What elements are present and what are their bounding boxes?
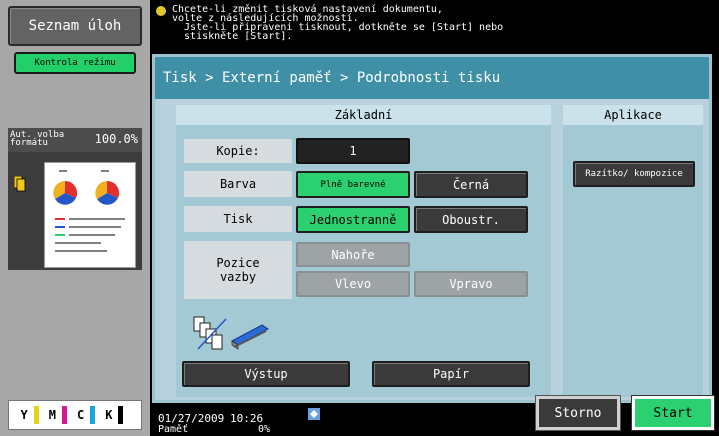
applications-panel: Aplikace Razítko/ kompozice [563, 105, 703, 397]
output-finishing-icon [193, 316, 269, 350]
simplex-button[interactable]: Jednostranně [296, 206, 410, 233]
info-icon [156, 6, 166, 16]
message-area: Chcete-li změnit tisková nastavení dokum… [150, 0, 719, 46]
output-button[interactable]: Výstup [182, 361, 350, 387]
print-label: Tisk [184, 206, 292, 232]
copies-label: Kopie: [184, 139, 292, 163]
document-stack-icon [14, 176, 26, 192]
binding-right-button[interactable]: Vpravo [414, 271, 528, 297]
auto-format-label: Aut. volba formátu [10, 130, 65, 148]
black-color-button[interactable]: Černá [414, 171, 528, 198]
toner-k-label: K [105, 408, 113, 422]
binding-left-button[interactable]: Vlevo [296, 271, 410, 297]
toner-m-bar [62, 406, 67, 424]
auto-format-indicator: Aut. volba formátu 100.0% [8, 128, 142, 152]
copies-field[interactable]: 1 [296, 138, 410, 164]
breadcrumb: Tisk > Externí paměť > Podrobnosti tisku [155, 57, 709, 99]
print-settings-panel: Tisk > Externí paměť > Podrobnosti tisku… [152, 54, 712, 403]
toner-c-bar [90, 406, 96, 424]
binding-top-button[interactable]: Nahoře [296, 242, 410, 267]
check-mode-button[interactable]: Kontrola režimu [14, 52, 136, 74]
stamp-composition-button[interactable]: Razítko/ kompozice [573, 161, 695, 187]
toner-k-bar [118, 406, 124, 424]
status-bar: 01/27/2009 10:26 Paměť 0% Storno Start [150, 395, 719, 436]
message-line: stiskněte [Start]. [172, 31, 293, 42]
toner-y-label: Y [20, 408, 28, 422]
toner-m-label: M [48, 408, 56, 422]
toner-indicator: Y M C K [8, 400, 142, 430]
duplex-button[interactable]: Oboustr. [414, 206, 528, 233]
page-thumbnail-icon [53, 170, 125, 252]
start-button[interactable]: Start [631, 395, 715, 431]
memory-value: 0% [258, 424, 271, 435]
toner-y-bar [33, 406, 39, 424]
toner-c-label: C [77, 408, 85, 422]
left-sidebar: Seznam úloh Kontrola režimu Aut. volba f… [0, 0, 150, 436]
basic-settings-panel: Základní Kopie: 1 Barva Plně barevné Čer… [176, 105, 551, 397]
basic-tab[interactable]: Základní [176, 105, 551, 125]
full-color-button[interactable]: Plně barevné [296, 171, 410, 198]
cancel-button[interactable]: Storno [535, 395, 621, 431]
applications-tab[interactable]: Aplikace [563, 105, 703, 125]
zoom-value: 100.0% [94, 132, 138, 146]
color-label: Barva [184, 171, 292, 197]
network-icon [308, 408, 320, 420]
preview-page [44, 162, 136, 268]
memory-label: Paměť [158, 424, 189, 435]
binding-position-label: Pozice vazby [184, 241, 292, 299]
paper-button[interactable]: Papír [372, 361, 530, 387]
job-list-button[interactable]: Seznam úloh [8, 6, 142, 46]
print-preview [8, 152, 142, 270]
